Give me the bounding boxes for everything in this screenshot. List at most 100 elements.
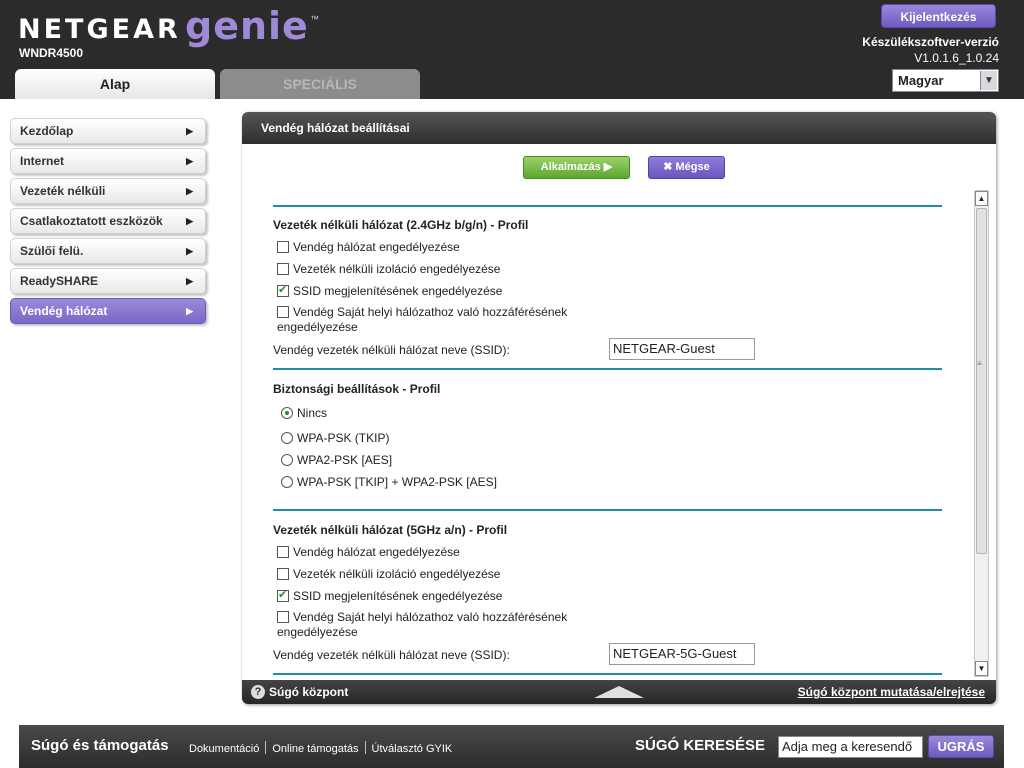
option-label: WPA-PSK [TKIP] + WPA2-PSK [AES] — [297, 475, 497, 489]
checkbox[interactable] — [277, 241, 289, 253]
option-label: WPA2-PSK [AES] — [297, 453, 393, 467]
ssid-label-24: Vendég vezeték nélküli hálózat neve (SSI… — [273, 343, 510, 357]
cancel-button[interactable]: ✖ Mégse — [648, 156, 725, 179]
footer-links: Dokumentáció Online támogatás Útválasztó G… — [189, 741, 452, 755]
sidebar-item-wireless[interactable]: Vezeték nélküli ▶ — [10, 178, 206, 204]
expand-handle-icon[interactable] — [594, 686, 644, 698]
chevron-right-icon: ▶ — [186, 156, 193, 166]
divider — [265, 741, 267, 754]
sidebar: Kezdőlap ▶ Internet ▶ Vezeték nélküli ▶ … — [10, 118, 210, 328]
sidebar-item-label: Vendég hálózat — [20, 304, 108, 318]
divider — [273, 673, 942, 675]
option-guest-enable-24[interactable]: Vendég hálózat engedélyezése — [277, 240, 460, 254]
scroll-up-icon[interactable]: ▲ — [975, 191, 988, 206]
settings-content: Vezeték nélküli hálózat (2.4GHz b/g/n) -… — [273, 205, 973, 675]
sidebar-item-label: Kezdőlap — [20, 124, 74, 138]
firmware-version: V1.0.1.6_1.0.24 — [914, 51, 999, 65]
link-online-support[interactable]: Online támogatás — [272, 743, 358, 755]
checkbox-checked[interactable] — [277, 588, 289, 602]
help-center-label[interactable]: Súgó központ — [269, 680, 348, 704]
option-label: Vendég hálózat engedélyezése — [293, 240, 460, 254]
option-lan-access-5[interactable]: Vendég Saját helyi hálózathoz való hozzá… — [277, 610, 597, 640]
sidebar-item-label: Internet — [20, 154, 65, 168]
firmware-label: Készülékszoftver-verzió — [862, 35, 999, 49]
radio[interactable] — [281, 432, 293, 444]
scroll-down-icon[interactable]: ▼ — [975, 661, 988, 676]
divider — [273, 205, 942, 207]
link-router-faq[interactable]: Útválasztó GYIK — [372, 743, 453, 755]
divider — [273, 509, 942, 511]
chevron-right-icon: ▶ — [186, 126, 193, 136]
option-ssid-broadcast-24[interactable]: SSID megjelenítésének engedélyezése — [277, 283, 503, 298]
play-icon: ▶ — [603, 161, 613, 173]
sidebar-item-internet[interactable]: Internet ▶ — [10, 148, 206, 174]
option-label: SSID megjelenítésének engedélyezése — [293, 284, 503, 298]
chevron-right-icon: ▶ — [186, 216, 193, 226]
option-label: Vezeték nélküli izoláció engedélyezése — [293, 567, 501, 581]
trademark: ™ — [310, 14, 319, 24]
header: NETGEAR genie ™ WNDR4500 Kijelentkezés K… — [0, 0, 1024, 99]
scrollbar[interactable]: ▲ ≡ ▼ — [974, 190, 989, 677]
chevron-right-icon: ▶ — [186, 186, 193, 196]
option-label: Vendég Saját helyi hálózathoz való hozzá… — [277, 305, 568, 334]
option-isolation-24[interactable]: Vezeték nélküli izoláció engedélyezése — [277, 262, 500, 276]
sidebar-item-label: ReadySHARE — [20, 274, 99, 288]
language-select[interactable]: Magyar ▼ — [892, 69, 999, 92]
language-value: Magyar — [898, 73, 944, 88]
radio-security-wpa-tkip[interactable]: WPA-PSK (TKIP) — [281, 431, 389, 445]
ssid-input-24[interactable]: NETGEAR-Guest — [609, 338, 755, 360]
sidebar-item-home[interactable]: Kezdőlap ▶ — [10, 118, 206, 144]
section-title-security: Biztonsági beállítások - Profil — [273, 382, 441, 396]
option-label: Vendég hálózat engedélyezése — [293, 545, 460, 559]
divider — [364, 741, 366, 754]
option-label: SSID megjelenítésének engedélyezése — [293, 589, 503, 603]
checkbox-checked[interactable] — [277, 283, 289, 297]
chevron-right-icon: ▶ — [186, 306, 193, 316]
ssid-input-5[interactable]: NETGEAR-5G-Guest — [609, 643, 755, 665]
sidebar-item-attached-devices[interactable]: Csatlakoztatott eszközök ▶ — [10, 208, 206, 234]
tab-basic[interactable]: Alap — [15, 69, 215, 99]
option-isolation-5[interactable]: Vezeték nélküli izoláció engedélyezése — [277, 567, 500, 581]
search-input[interactable]: Adja meg a keresendő — [778, 736, 923, 758]
checkbox[interactable] — [277, 568, 289, 580]
checkbox[interactable] — [277, 611, 289, 623]
checkbox[interactable] — [277, 263, 289, 275]
sidebar-item-readyshare[interactable]: ReadySHARE ▶ — [10, 268, 206, 294]
checkbox[interactable] — [277, 546, 289, 558]
chevron-right-icon: ▶ — [186, 246, 193, 256]
divider — [273, 368, 942, 370]
sidebar-item-parental-controls[interactable]: Szülői felü. ▶ — [10, 238, 206, 264]
search-go-button[interactable]: UGRÁS — [928, 735, 994, 758]
sidebar-item-label: Vezeték nélküli — [20, 184, 106, 198]
scroll-thumb[interactable] — [976, 208, 987, 554]
sidebar-item-label: Szülői felü. — [20, 244, 84, 258]
help-icon[interactable]: ? — [251, 685, 265, 699]
option-label: Nincs — [297, 406, 328, 420]
link-documentation[interactable]: Dokumentáció — [189, 743, 259, 755]
panel-title: Vendég hálózat beállításai — [242, 112, 996, 144]
option-lan-access-24[interactable]: Vendég Saját helyi hálózathoz való hozzá… — [277, 305, 597, 335]
sidebar-item-label: Csatlakoztatott eszközök — [20, 214, 163, 228]
model-name: WNDR4500 — [19, 46, 84, 60]
radio-selected[interactable] — [281, 407, 293, 419]
help-bar: ? Súgó központ Súgó központ mutatása/elr… — [242, 680, 996, 704]
chevron-right-icon: ▶ — [186, 276, 193, 286]
sidebar-item-guest-network[interactable]: Vendég hálózat ▶ — [10, 298, 206, 324]
radio[interactable] — [281, 454, 293, 466]
option-guest-enable-5[interactable]: Vendég hálózat engedélyezése — [277, 545, 460, 559]
brand-genie: genie — [185, 4, 309, 48]
checkbox[interactable] — [277, 306, 289, 318]
footer: Súgó és támogatás Dokumentáció Online tám… — [19, 725, 1004, 768]
radio[interactable] — [281, 476, 293, 488]
help-toggle-link[interactable]: Súgó központ mutatása/elrejtése — [798, 680, 985, 704]
option-ssid-broadcast-5[interactable]: SSID megjelenítésének engedélyezése — [277, 588, 503, 603]
radio-security-none[interactable]: Nincs — [281, 406, 327, 420]
grip-icon: ≡ — [977, 359, 982, 368]
radio-security-wpa2-aes[interactable]: WPA2-PSK [AES] — [281, 453, 392, 467]
apply-button[interactable]: Alkalmazás ▶ — [523, 156, 630, 179]
chevron-down-icon[interactable]: ▼ — [980, 71, 997, 90]
cancel-label: Mégse — [675, 161, 710, 173]
radio-security-mixed[interactable]: WPA-PSK [TKIP] + WPA2-PSK [AES] — [281, 475, 497, 489]
tab-advanced[interactable]: SPECIÁLIS — [220, 69, 420, 99]
logout-button[interactable]: Kijelentkezés — [881, 4, 996, 28]
